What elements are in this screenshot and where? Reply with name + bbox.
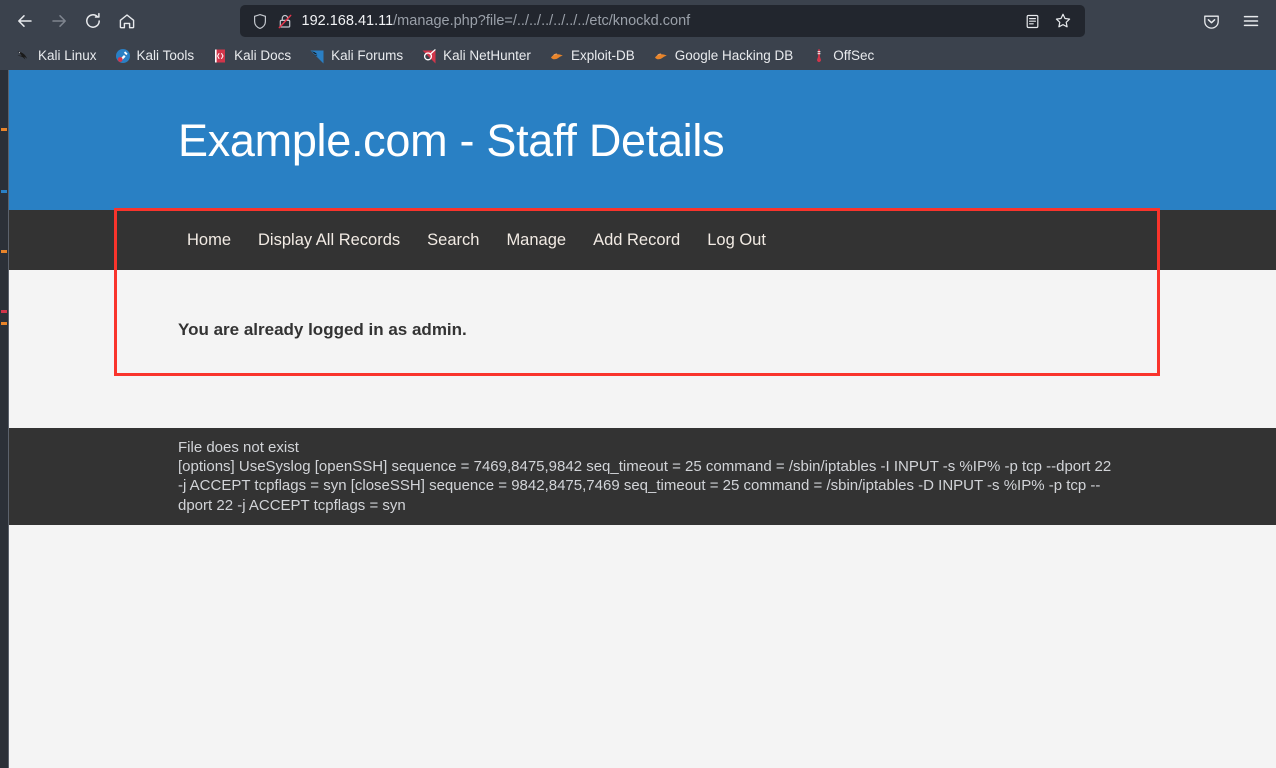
kali-tools-icon (115, 48, 131, 64)
bookmark-google-hacking-db[interactable]: Google Hacking DB (653, 45, 794, 67)
bookmark-label: Kali NetHunter (443, 48, 531, 64)
bookmark-kali-nethunter[interactable]: Kali NetHunter (421, 45, 531, 67)
bookmark-kali-forums[interactable]: Kali Forums (309, 45, 403, 67)
bookmarks-bar: Kali Linux Kali Tools Kali Docs Kali For… (0, 42, 1276, 70)
file-output-text: File does not exist [options] UseSyslog … (178, 438, 1120, 515)
reader-view-button[interactable] (1019, 7, 1047, 35)
bookmark-label: Kali Forums (331, 48, 404, 64)
nav-item-manage[interactable]: Manage (506, 232, 566, 249)
hamburger-menu-icon (1243, 15, 1259, 27)
toolbar-right-actions (1180, 5, 1268, 37)
window-left-edge-strip (0, 70, 9, 768)
page-title: Example.com - Staff Details (178, 114, 725, 166)
bookmark-exploit-db[interactable]: Exploit-DB (549, 45, 635, 67)
pocket-icon (1203, 15, 1219, 29)
edge-marker (1, 310, 7, 313)
web-page: Example.com - Staff Details Home Display… (9, 70, 1276, 768)
kali-forums-icon (309, 48, 325, 64)
home-icon (119, 14, 135, 29)
kali-dragon-icon (16, 48, 32, 64)
nav-item-add-record[interactable]: Add Record (593, 232, 680, 249)
kali-docs-icon (212, 48, 228, 64)
browser-toolbar: 192.168.41.11/manage.php?file=/../../../… (0, 0, 1276, 42)
bookmark-label: Exploit-DB (570, 48, 635, 64)
edge-marker (1, 250, 7, 253)
bookmark-label: Google Hacking DB (674, 48, 794, 64)
back-button[interactable] (8, 5, 42, 37)
url-text[interactable]: 192.168.41.11/manage.php?file=/../../../… (302, 13, 1010, 29)
nav-item-search[interactable]: Search (427, 232, 479, 249)
login-status-message: You are already logged in as admin. (178, 320, 467, 339)
browser-chrome: 192.168.41.11/manage.php?file=/../../../… (0, 0, 1276, 70)
forward-button[interactable] (42, 5, 76, 37)
bookmark-label: Kali Docs (234, 48, 292, 64)
google-hacking-db-icon (653, 48, 669, 64)
menu-button[interactable] (1234, 5, 1268, 37)
nav-item-display-all-records[interactable]: Display All Records (258, 232, 400, 249)
site-header: Example.com - Staff Details (9, 70, 1276, 210)
bookmark-kali-tools[interactable]: Kali Tools (115, 45, 195, 67)
bookmark-label: Kali Linux (38, 48, 97, 64)
kali-nethunter-icon (421, 48, 437, 64)
url-host: 192.168.41.11 (301, 13, 394, 29)
url-bar[interactable]: 192.168.41.11/manage.php?file=/../../../… (239, 5, 1085, 37)
reload-button[interactable] (76, 5, 110, 37)
url-path: /manage.php?file=/../../../../../../etc/… (393, 13, 691, 29)
edge-marker (1, 322, 7, 325)
insecure-connection-icon[interactable] (277, 13, 293, 30)
page-viewport: Example.com - Staff Details Home Display… (0, 70, 1276, 768)
offsec-icon (811, 48, 827, 64)
file-contents-line: [options] UseSyslog [openSSH] sequence =… (178, 458, 1112, 514)
nav-item-home[interactable]: Home (187, 232, 231, 249)
url-bar-container: 192.168.41.11/manage.php?file=/../../../… (144, 5, 1180, 37)
bookmark-label: Kali Tools (136, 48, 195, 64)
bookmark-offsec[interactable]: OffSec (811, 45, 874, 67)
main-content: You are already logged in as admin. File… (9, 270, 1276, 768)
tracking-protection-shield-icon[interactable] (252, 13, 268, 30)
file-output-panel: File does not exist [options] UseSyslog … (9, 428, 1276, 525)
back-arrow-icon (18, 15, 32, 27)
edge-marker (1, 128, 7, 131)
bookmark-kali-docs[interactable]: Kali Docs (212, 45, 291, 67)
bookmark-kali-linux[interactable]: Kali Linux (16, 45, 97, 67)
home-button[interactable] (110, 5, 144, 37)
pocket-button[interactable] (1194, 5, 1228, 37)
url-bar-actions (1019, 7, 1077, 35)
edge-marker (1, 190, 7, 193)
file-error-line: File does not exist (178, 439, 299, 456)
site-navigation: Home Display All Records Search Manage A… (9, 210, 1276, 270)
bookmark-label: OffSec (833, 48, 875, 64)
bookmark-star-button[interactable] (1049, 7, 1077, 35)
reload-icon (86, 12, 100, 28)
exploit-db-icon (549, 48, 565, 64)
forward-arrow-icon (52, 15, 66, 27)
nav-item-log-out[interactable]: Log Out (707, 232, 766, 249)
